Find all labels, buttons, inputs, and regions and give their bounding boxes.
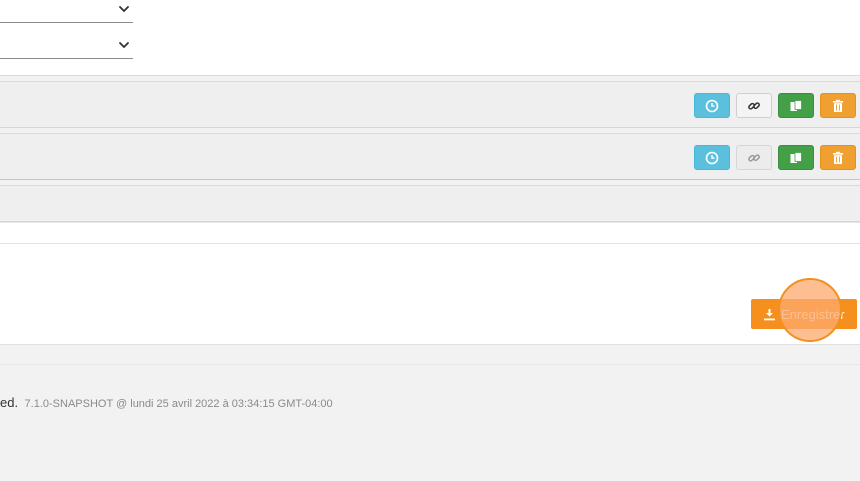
form-top-section [0,0,860,76]
link-icon [748,101,760,110]
footer-text: ed. 7.1.0-SNAPSHOT @ lundi 25 avril 2022… [0,394,333,412]
download-icon [764,308,775,320]
copy-icon [790,151,802,163]
save-button-label: Enregistrer [781,306,845,322]
select-field-1[interactable] [0,0,133,23]
footer: ed. 7.1.0-SNAPSHOT @ lundi 25 avril 2022… [0,364,860,481]
row-actions [694,145,856,170]
list-item [0,133,860,180]
select-field-2[interactable] [0,35,133,59]
copy-button[interactable] [778,145,814,170]
trash-icon [833,151,843,164]
copy-icon [790,99,802,111]
delete-button[interactable] [820,93,856,118]
history-button[interactable] [694,145,730,170]
list-item-empty [0,185,860,222]
chevron-down-icon [119,42,129,49]
clock-icon [705,99,719,112]
link-button[interactable] [736,145,772,170]
clock-icon [705,151,719,164]
link-button[interactable] [736,93,772,118]
link-icon [748,153,760,162]
divider [0,243,860,244]
history-button[interactable] [694,93,730,118]
copy-button[interactable] [778,93,814,118]
footer-copyright: ed. [0,395,19,410]
delete-button[interactable] [820,145,856,170]
footer-version: 7.1.0-SNAPSHOT @ lundi 25 avril 2022 à 0… [24,398,333,410]
chevron-down-icon [119,6,129,13]
save-section: Enregistrer [0,222,860,345]
trash-icon [833,99,843,112]
list-item [0,81,860,128]
page: Enregistrer ed. 7.1.0-SNAPSHOT @ lundi 2… [0,0,860,481]
row-actions [694,93,856,118]
save-button[interactable]: Enregistrer [751,299,857,329]
